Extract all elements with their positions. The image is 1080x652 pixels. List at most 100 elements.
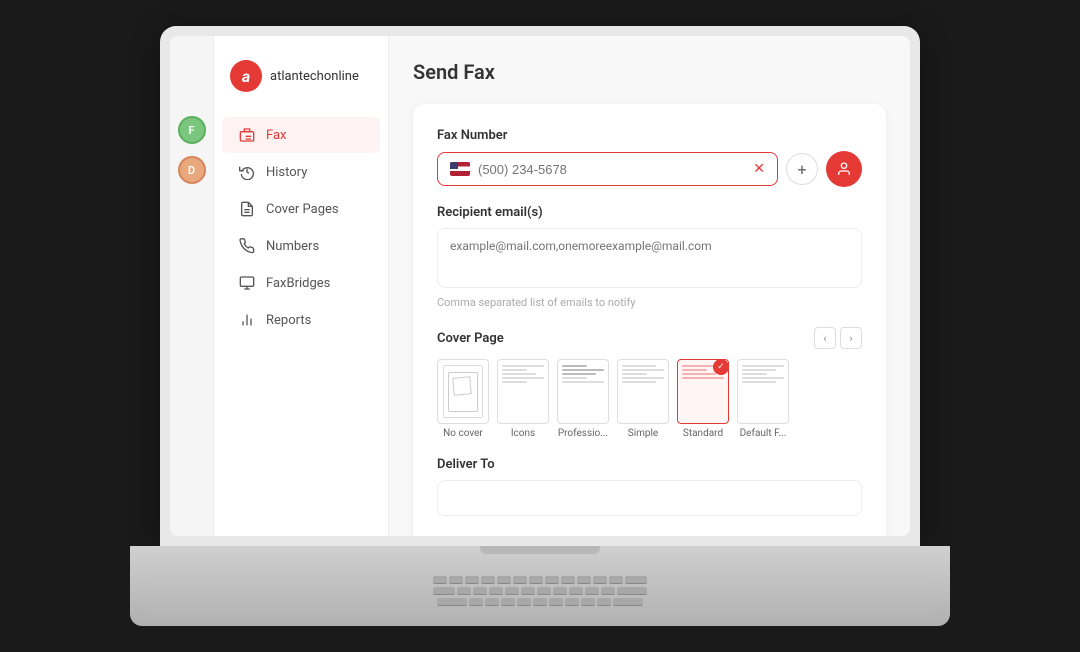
key (481, 576, 495, 584)
cover-page-simple[interactable]: Simple (617, 359, 669, 439)
key (533, 598, 547, 606)
sidebar-item-numbers[interactable]: Numbers (222, 228, 380, 264)
fax-number-input[interactable] (478, 162, 749, 177)
cover-page-no-cover[interactable]: No cover (437, 359, 489, 439)
cover-page-standard[interactable]: ✓ Standard (677, 359, 729, 439)
key (469, 598, 483, 606)
deliver-to-input[interactable] (437, 480, 862, 516)
cover-page-label-professional: Professio... (558, 428, 608, 439)
sidebar-item-fax[interactable]: Fax (222, 117, 380, 153)
avatar-bar: F D (170, 36, 214, 536)
recipient-email-input[interactable] (437, 228, 862, 288)
key (485, 598, 499, 606)
sidebar-item-faxbridges[interactable]: FaxBridges (222, 265, 380, 301)
cover-page-thumb-standard: ✓ (677, 359, 729, 424)
sidebar-label-cover-pages: Cover Pages (266, 202, 339, 217)
cover-page-thumb-professional (557, 359, 609, 424)
deliver-to-label: Deliver To (437, 457, 862, 472)
key (501, 598, 515, 606)
key (437, 598, 467, 606)
history-icon (238, 163, 256, 181)
cover-page-header: Cover Page ‹ › (437, 327, 862, 349)
cover-page-thumb-default-f (737, 359, 789, 424)
key (601, 587, 615, 595)
cover-page-label-no-cover: No cover (443, 428, 483, 439)
key (517, 598, 531, 606)
key (497, 576, 511, 584)
key (465, 576, 479, 584)
sidebar: a atlantechonline Fax (214, 36, 389, 536)
cover-next-button[interactable]: › (840, 327, 862, 349)
sidebar-item-reports[interactable]: Reports (222, 302, 380, 338)
add-fax-button[interactable]: + (786, 153, 818, 185)
brand-name: atlantechonline (270, 69, 359, 84)
laptop-base (130, 546, 950, 626)
key (617, 587, 647, 595)
sidebar-label-fax: Fax (266, 128, 287, 143)
key (473, 587, 487, 595)
avatar-d[interactable]: D (178, 156, 206, 184)
key (565, 598, 579, 606)
key (449, 576, 463, 584)
cover-page-thumb-no-cover (437, 359, 489, 424)
main-content: Send Fax Fax Number ✕ + (389, 36, 910, 536)
avatar-f[interactable]: F (178, 116, 206, 144)
selected-check-icon: ✓ (713, 359, 729, 375)
cover-page-icons[interactable]: Icons (497, 359, 549, 439)
sidebar-label-faxbridges: FaxBridges (266, 276, 330, 291)
key (569, 587, 583, 595)
key (577, 576, 591, 584)
fax-input-wrapper[interactable]: ✕ (437, 152, 778, 186)
page-title: Send Fax (413, 60, 886, 84)
key (561, 576, 575, 584)
key (545, 576, 559, 584)
sidebar-item-history[interactable]: History (222, 154, 380, 190)
cover-page-professional[interactable]: Professio... (557, 359, 609, 439)
contact-book-button[interactable] (826, 151, 862, 187)
sidebar-label-numbers: Numbers (266, 239, 319, 254)
key (433, 587, 455, 595)
key (489, 587, 503, 595)
send-fax-form: Fax Number ✕ + (413, 104, 886, 536)
key (585, 587, 599, 595)
cover-page-label-simple: Simple (628, 428, 659, 439)
brand-logo-area: a atlantechonline (214, 52, 388, 116)
cover-pages-icon (238, 200, 256, 218)
cover-page-default-f[interactable]: Default F... (737, 359, 789, 439)
cover-page-label-standard: Standard (683, 428, 723, 439)
cover-page-nav: ‹ › (814, 327, 862, 349)
fax-icon (238, 126, 256, 144)
key (537, 587, 551, 595)
keyboard (150, 563, 930, 618)
cover-prev-button[interactable]: ‹ (814, 327, 836, 349)
reports-icon (238, 311, 256, 329)
key (553, 587, 567, 595)
cover-page-label: Cover Page (437, 331, 504, 346)
key (625, 576, 647, 584)
cover-page-label-icons: Icons (511, 428, 535, 439)
faxbridges-icon (238, 274, 256, 292)
key (505, 587, 519, 595)
key (581, 598, 595, 606)
cover-page-section: Cover Page ‹ › (437, 327, 862, 439)
key (521, 587, 535, 595)
key (433, 576, 447, 584)
key (549, 598, 563, 606)
key (529, 576, 543, 584)
key (593, 576, 607, 584)
key (457, 587, 471, 595)
fax-number-group: Fax Number ✕ + (437, 128, 862, 187)
fax-number-label: Fax Number (437, 128, 862, 143)
fax-input-row: ✕ + (437, 151, 862, 187)
key (613, 598, 643, 606)
key (609, 576, 623, 584)
sidebar-item-cover-pages[interactable]: Cover Pages (222, 191, 380, 227)
key (513, 576, 527, 584)
clear-fax-icon[interactable]: ✕ (753, 161, 765, 177)
email-hint: Comma separated list of emails to notify (437, 296, 862, 309)
numbers-icon (238, 237, 256, 255)
recipient-email-label: Recipient email(s) (437, 205, 862, 220)
brand-logo-icon: a (230, 60, 262, 92)
cover-page-thumb-simple (617, 359, 669, 424)
cover-page-thumb-icons (497, 359, 549, 424)
